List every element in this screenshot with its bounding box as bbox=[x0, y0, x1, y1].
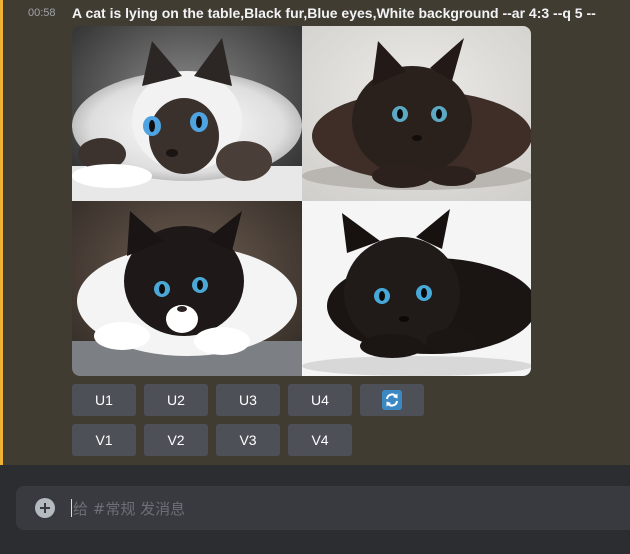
cat-image-4[interactable] bbox=[302, 201, 531, 376]
cat-image-3[interactable] bbox=[72, 201, 302, 376]
upscale-button-2[interactable]: U2 bbox=[144, 384, 208, 416]
upscale-button-1[interactable]: U1 bbox=[72, 384, 136, 416]
message-timestamp: 00:58 bbox=[28, 7, 56, 19]
variation-button-1[interactable]: V1 bbox=[72, 424, 136, 456]
message-highlight-bar bbox=[0, 0, 3, 465]
message-input-placeholder[interactable]: 给 #常规 发消息 bbox=[73, 498, 185, 519]
upscale-button-row: U1 U2 U3 U4 bbox=[72, 384, 424, 416]
message-prompt-text: A cat is lying on the table,Black fur,Bl… bbox=[72, 5, 596, 21]
upscale-button-3[interactable]: U3 bbox=[216, 384, 280, 416]
cat-image-1[interactable] bbox=[72, 26, 302, 201]
reroll-icon bbox=[382, 390, 402, 410]
image-grid[interactable] bbox=[72, 26, 531, 376]
upscale-button-4[interactable]: U4 bbox=[288, 384, 352, 416]
variation-button-2[interactable]: V2 bbox=[144, 424, 208, 456]
variation-button-row: V1 V2 V3 V4 bbox=[72, 424, 352, 456]
reroll-button[interactable] bbox=[360, 384, 424, 416]
cat-image-2[interactable] bbox=[302, 26, 531, 201]
text-caret bbox=[71, 499, 72, 517]
variation-button-4[interactable]: V4 bbox=[288, 424, 352, 456]
message-composer[interactable]: 给 #常规 发消息 bbox=[16, 486, 630, 530]
message-container: 00:58 A cat is lying on the table,Black … bbox=[0, 0, 630, 465]
plus-circle-icon[interactable] bbox=[35, 498, 55, 518]
variation-button-3[interactable]: V3 bbox=[216, 424, 280, 456]
